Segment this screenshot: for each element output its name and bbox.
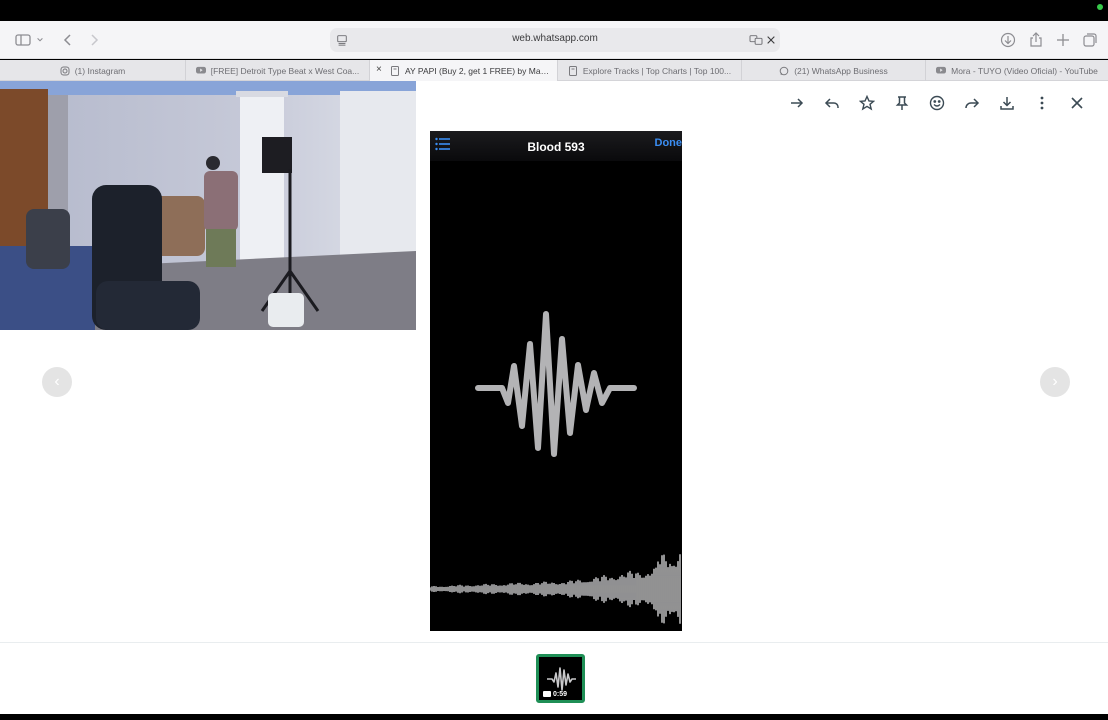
sidebar-icon[interactable] bbox=[13, 30, 33, 50]
recording-title: Blood 593 bbox=[527, 140, 585, 154]
tab-label: AY PAPI (Buy 2, get 1 FREE) by Manu... bbox=[405, 65, 551, 76]
chevron-down-icon[interactable] bbox=[34, 30, 46, 50]
tab-detroit-beat[interactable]: [FREE] Detroit Type Beat x West Coa... bbox=[186, 60, 370, 81]
tab-explore-tracks[interactable]: Explore Tracks | Top Charts | Top 100... bbox=[558, 60, 742, 81]
back-icon[interactable] bbox=[58, 30, 78, 50]
video-duration: 0:59 bbox=[553, 691, 568, 698]
tab-instagram[interactable]: (1) Instagram bbox=[0, 60, 186, 81]
thumbnail-strip: 0:59 bbox=[0, 642, 1108, 714]
media-viewer: ‹ › Blood 593 Done 0:59 bbox=[0, 81, 1108, 714]
media-thumbnail[interactable]: 0:59 bbox=[536, 654, 585, 703]
share-icon[interactable] bbox=[954, 93, 989, 113]
camera-indicator bbox=[1097, 4, 1103, 10]
close-icon[interactable] bbox=[763, 32, 779, 48]
reply-icon[interactable] bbox=[814, 93, 849, 113]
screen: web.whatsapp.com (1) Instagram [FREE] De… bbox=[0, 0, 1108, 720]
close-icon[interactable] bbox=[1059, 93, 1094, 113]
more-icon[interactable] bbox=[1024, 93, 1059, 113]
top-bar bbox=[0, 0, 1108, 21]
chevron-left-icon: ‹ bbox=[54, 373, 60, 390]
tab-mora-tuyo[interactable]: Mora - TUYO (Video Oficial) - YouTube bbox=[926, 60, 1108, 81]
bottom-bar bbox=[0, 714, 1108, 720]
page-icon bbox=[390, 65, 400, 76]
download-icon[interactable] bbox=[989, 93, 1024, 113]
page-icon bbox=[568, 65, 578, 76]
browser-toolbar: web.whatsapp.com bbox=[0, 21, 1108, 59]
previous-media-button[interactable]: ‹ bbox=[42, 367, 72, 397]
pin-icon[interactable] bbox=[884, 93, 919, 113]
tab-overview-icon[interactable] bbox=[1080, 30, 1100, 50]
tab-label: (1) Instagram bbox=[74, 65, 126, 76]
audio-waveform-strip bbox=[430, 554, 681, 624]
tab-strip: (1) Instagram [FREE] Detroit Type Beat x… bbox=[0, 60, 1108, 81]
tab-whatsapp-business[interactable]: (21) WhatsApp Business bbox=[742, 60, 926, 81]
download-icon[interactable] bbox=[998, 30, 1018, 50]
viewer-action-bar bbox=[779, 93, 1094, 113]
waveform-icon bbox=[475, 311, 637, 457]
star-icon[interactable] bbox=[849, 93, 884, 113]
share-icon[interactable] bbox=[1026, 30, 1046, 50]
youtube-icon bbox=[936, 66, 947, 76]
next-media-button[interactable]: › bbox=[1040, 367, 1070, 397]
tab-label: (21) WhatsApp Business bbox=[794, 65, 888, 76]
media-video[interactable]: Blood 593 Done bbox=[430, 131, 682, 631]
done-button[interactable]: Done bbox=[655, 137, 683, 149]
address-bar[interactable]: web.whatsapp.com bbox=[330, 28, 780, 52]
tab-label: [FREE] Detroit Type Beat x West Coa... bbox=[210, 65, 360, 76]
camera-overlay bbox=[0, 81, 416, 330]
forward-icon[interactable] bbox=[779, 93, 814, 113]
tab-label: Mora - TUYO (Video Oficial) - YouTube bbox=[951, 65, 1098, 76]
close-tab-icon[interactable]: × bbox=[376, 65, 386, 75]
tab-ay-papi[interactable]: × AY PAPI (Buy 2, get 1 FREE) by Manu... bbox=[370, 60, 558, 81]
media-header: Blood 593 Done bbox=[430, 131, 682, 161]
forward-icon[interactable] bbox=[84, 30, 104, 50]
youtube-icon bbox=[195, 66, 206, 76]
chevron-right-icon: › bbox=[1052, 373, 1058, 390]
whatsapp-icon bbox=[779, 66, 789, 76]
tab-label: Explore Tracks | Top Charts | Top 100... bbox=[582, 65, 732, 76]
url-text: web.whatsapp.com bbox=[512, 33, 598, 44]
instagram-icon bbox=[60, 66, 70, 76]
video-camera-icon bbox=[543, 691, 551, 697]
translate-icon[interactable] bbox=[748, 32, 764, 48]
emoji-icon[interactable] bbox=[919, 93, 954, 113]
new-tab-icon[interactable] bbox=[1053, 30, 1073, 50]
